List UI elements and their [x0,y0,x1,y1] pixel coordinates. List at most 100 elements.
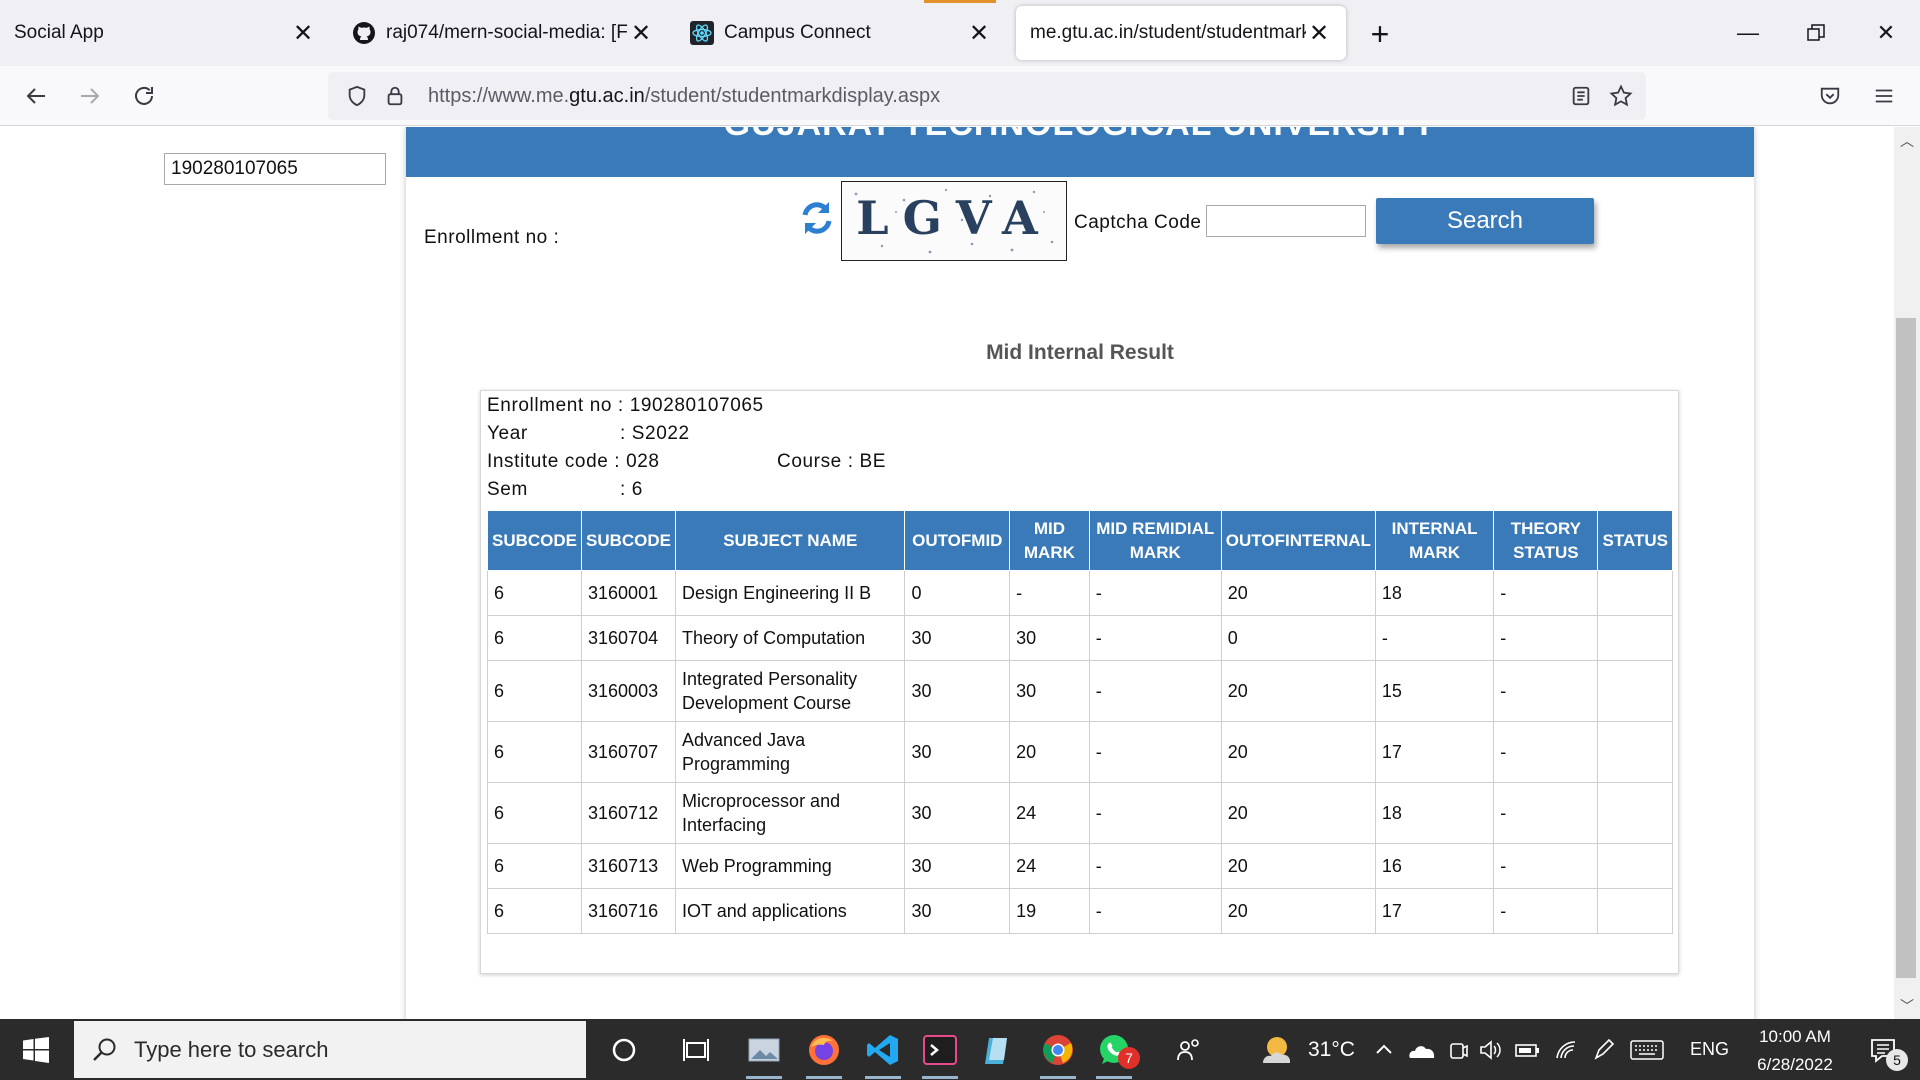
table-cell: 15 [1374,660,1495,722]
search-button[interactable]: Search [1376,198,1594,244]
table-cell: 20 [1009,721,1090,783]
close-icon[interactable]: ✕ [1306,20,1332,47]
col-header: OUTOFINTERNAL [1220,510,1376,571]
info-course-value: BE [859,451,887,472]
table-cell: 6 [486,570,583,616]
info-enrollment-label: Enrollment no : [487,395,624,416]
table-cell: 6 [486,888,583,934]
table-cell: 0 [904,570,1011,616]
table-cell: 6 [486,615,583,661]
table-cell: 17 [1374,721,1495,783]
tab-social-app[interactable]: Social App ✕ [0,6,330,60]
people-icon[interactable] [1164,1025,1216,1075]
reload-button[interactable] [122,74,166,118]
notepad-icon[interactable] [972,1025,1024,1075]
table-row: 6 3160001 Design Engineering II B 0- -20 18- [486,570,1673,616]
lock-icon[interactable] [376,77,414,115]
photos-app-icon[interactable] [738,1025,790,1079]
tab-title: Social App [14,22,104,43]
table-cell: 20 [1220,888,1376,934]
info-year-label: Year [487,423,528,444]
info-sem-label: Sem [487,479,528,500]
search-form: Enrollment no : 190280107065 LGVA Captch… [164,153,1754,261]
firefox-icon[interactable] [798,1025,850,1079]
refresh-captcha-icon[interactable] [800,198,834,238]
table-cell [1597,721,1673,783]
result-panel: Enrollment no : 190280107065 Year : S202… [480,390,1679,974]
forward-button[interactable] [68,74,112,118]
hamburger-menu-icon [1875,89,1893,103]
tab-title: Campus Connect [724,22,871,43]
captcha-image: LGVA [841,181,1067,261]
taskbar-search-box[interactable]: Type here to search [74,1021,586,1078]
reader-view-icon[interactable] [1562,77,1600,115]
tab-title: raj074/mern-social-media: [Full [386,22,628,43]
marks-table: SUBCODE SUBCODE SUBJECT NAME OUTOFMID MI… [486,510,1673,934]
minimize-button[interactable]: — [1718,8,1778,58]
table-cell: 6 [486,843,583,889]
tracking-shield-icon[interactable] [338,77,376,115]
info-institute: Institute code : 028 Course : BE [487,451,1187,473]
wifi-icon[interactable] [1546,1025,1588,1075]
close-icon[interactable]: ✕ [628,20,654,47]
touch-keyboard-icon[interactable] [1622,1025,1672,1075]
bookmark-star-icon[interactable] [1602,77,1640,115]
pen-icon[interactable] [1584,1025,1624,1075]
info-sem: Sem : 6 [487,479,787,501]
enrollment-input[interactable]: 190280107065 [164,153,386,185]
table-cell [1597,888,1673,934]
terminal-icon[interactable] [914,1025,966,1079]
url-text: https://www.me.gtu.ac.in/student/student… [428,84,941,107]
table-cell: - [1088,721,1222,783]
table-cell: - [1374,615,1495,661]
restore-icon [1807,24,1825,41]
tab-github[interactable]: raj074/mern-social-media: [Full ✕ [338,6,668,60]
close-icon[interactable]: ✕ [290,20,316,47]
volume-icon[interactable] [1470,1025,1510,1075]
info-course: Course : BE [777,451,886,473]
captcha-input[interactable] [1206,205,1366,237]
task-view-icon[interactable] [670,1025,722,1075]
info-course-label: Course : [777,451,854,472]
scroll-up-icon[interactable]: ︿ [1894,128,1920,154]
back-button[interactable] [14,74,58,118]
table-cell [1597,615,1673,661]
table-cell: - [1493,843,1599,889]
info-enrollment: Enrollment no : 190280107065 [487,395,764,417]
chevron-up-icon[interactable] [1366,1025,1402,1075]
table-cell: 19 [1009,888,1090,934]
scrollbar-thumb[interactable] [1896,318,1916,978]
tab-gtu-results[interactable]: me.gtu.ac.in/student/studentmarkdi ✕ [1016,6,1346,60]
table-cell: - [1493,615,1599,661]
battery-icon[interactable] [1506,1025,1550,1075]
table-cell: Web Programming [675,843,906,889]
pocket-button[interactable] [1808,74,1852,118]
cortana-icon[interactable] [598,1025,650,1075]
table-cell: 17 [1374,888,1495,934]
new-tab-button[interactable]: + [1360,14,1400,54]
table-cell: 24 [1009,782,1090,844]
close-window-button[interactable]: ✕ [1856,8,1916,58]
clock[interactable]: 10:00 AM 6/28/2022 [1740,1025,1850,1077]
clock-date: 6/28/2022 [1757,1055,1833,1074]
vscode-icon[interactable] [857,1025,909,1079]
whatsapp-icon[interactable]: 7 [1088,1025,1140,1079]
start-button[interactable] [0,1019,72,1080]
weather-icon[interactable] [1252,1025,1302,1075]
notification-center-icon[interactable]: 5 [1858,1025,1908,1075]
windows-logo-icon [23,1036,49,1063]
chrome-icon[interactable] [1032,1025,1084,1079]
result-title: Mid Internal Result [986,341,1174,364]
col-header: INTERNAL MARK [1374,510,1495,571]
tab-campus-connect[interactable]: Campus Connect ✕ [676,6,1006,60]
address-bar[interactable]: https://www.me.gtu.ac.in/student/student… [328,72,1646,120]
close-icon[interactable]: ✕ [966,20,992,47]
restore-button[interactable] [1786,8,1846,58]
weather-temperature[interactable]: 31°C [1308,1038,1355,1062]
enrollment-label: Enrollment no : [424,227,560,248]
menu-button[interactable] [1862,74,1906,118]
table-cell: - [1493,570,1599,616]
table-cell: 30 [904,721,1011,783]
scroll-down-icon[interactable]: ﹀ [1894,993,1920,1019]
language-indicator[interactable]: ENG [1690,1039,1729,1060]
